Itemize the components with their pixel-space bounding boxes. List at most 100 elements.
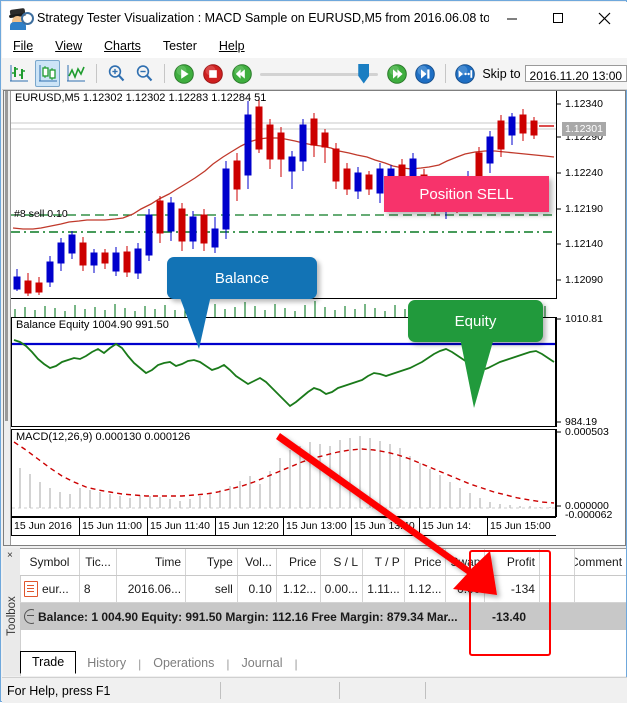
table-row[interactable]: eur... 8 2016.06... sell 0.10 1.12... 0.… — [20, 576, 626, 603]
tab-journal[interactable]: Journal — [231, 653, 294, 674]
speed-slider-thumb[interactable] — [358, 64, 369, 84]
menu-help[interactable]: Help — [208, 36, 256, 56]
skip-to-label: Skip to — [482, 67, 520, 81]
cell-sl[interactable]: 0.00... — [321, 576, 363, 602]
cell-symbol[interactable]: eur... — [20, 576, 80, 602]
title-bar: Strategy Tester Visualization : MACD Sam… — [2, 2, 627, 34]
tab-operations[interactable]: Operations — [142, 653, 225, 674]
candlestick-chart-icon[interactable] — [35, 60, 60, 87]
strategy-tester-window: Strategy Tester Visualization : MACD Sam… — [0, 0, 627, 702]
balance-pane-header: Balance Equity 1004.90 991.50 — [16, 319, 169, 331]
col-blank[interactable] — [540, 549, 575, 575]
chart-area[interactable]: EURUSD,M5 1.12302 1.12302 1.12283 1.1228… — [3, 90, 626, 546]
app-icon — [9, 7, 31, 29]
col-tp[interactable]: T / P — [363, 549, 405, 575]
time-label: 15 Jun 13:40 — [354, 520, 415, 532]
cell-price-open[interactable]: 1.12... — [277, 576, 321, 602]
time-label: 15 Jun 15:00 — [490, 520, 551, 532]
menu-tester[interactable]: Tester — [152, 36, 208, 56]
equity-callout: Equity — [408, 300, 543, 342]
balance-tail — [179, 295, 219, 351]
time-label: 15 Jun 11:40 — [150, 520, 210, 532]
cell-profit[interactable]: -134 — [485, 576, 539, 602]
cell-volume[interactable]: 0.10 — [238, 576, 277, 602]
trade-table[interactable]: Symbol Tic... Time Type Vol... Price S /… — [20, 548, 626, 644]
col-price-cur[interactable]: Price — [405, 549, 447, 575]
bar-chart-icon[interactable] — [7, 60, 32, 87]
col-type[interactable]: Type — [186, 549, 238, 575]
toolbox-vertical-label: Toolbox — [6, 589, 18, 643]
summary-text: Balance: 1 004.90 Equity: 991.50 Margin:… — [34, 603, 488, 630]
minimize-button[interactable] — [489, 2, 535, 34]
summary-row[interactable]: Balance: 1 004.90 Equity: 991.50 Margin:… — [20, 603, 626, 630]
equity-box: Equity — [408, 300, 543, 342]
col-volume[interactable]: Vol... — [238, 549, 277, 575]
price-axis-tick: 1.12090 — [565, 274, 603, 286]
cell-time[interactable]: 2016.06... — [117, 576, 186, 602]
tab-divider: | — [294, 654, 299, 674]
col-ticket[interactable]: Tic... — [80, 549, 117, 575]
position-sell-callout: Position SELL — [384, 176, 549, 212]
col-swap[interactable]: Swap — [446, 549, 485, 575]
skip-to-icon[interactable] — [453, 60, 478, 87]
col-sl[interactable]: S / L — [321, 549, 363, 575]
stop-icon[interactable] — [201, 60, 226, 87]
col-comment[interactable]: Comment — [575, 549, 626, 575]
menu-file[interactable]: File — [2, 36, 44, 56]
toolbox-close-icon[interactable]: × — [7, 550, 13, 561]
macd-pane-header: MACD(12,26,9) 0.000130 0.000126 — [16, 431, 190, 443]
fast-forward-icon[interactable] — [384, 60, 409, 87]
menu-bar: File View Charts Tester Help — [2, 34, 627, 59]
tab-history[interactable]: History — [76, 653, 137, 674]
cell-swap[interactable]: 0.00 — [446, 576, 485, 602]
cell-symbol-text: eur... — [42, 582, 69, 596]
zoom-in-icon[interactable] — [104, 60, 129, 87]
cell-blank[interactable] — [540, 576, 575, 602]
price-axis-tick: 1.12240 — [565, 167, 603, 179]
skip-to-input[interactable]: 2016.11.20 13:00 — [525, 65, 627, 82]
macd-axis: 0.000503 0.000000 -0.000062 — [556, 429, 626, 517]
cell-ticket[interactable]: 8 — [80, 576, 117, 602]
position-sell-box: Position SELL — [384, 176, 549, 212]
tab-trade[interactable]: Trade — [20, 651, 76, 674]
status-bar: For Help, press F1 — [2, 677, 627, 703]
maximize-button[interactable] — [535, 2, 581, 34]
time-label: 15 Jun 2016 — [14, 520, 72, 532]
balance-axis-tick: 1010.81 — [565, 313, 603, 325]
balance-callout: Balance — [167, 257, 317, 299]
macd-axis-tick: 0.000503 — [565, 426, 609, 438]
line-chart-icon[interactable] — [64, 60, 89, 87]
toolbox-sidebar: × Toolbox — [3, 548, 21, 676]
current-price-tag: 1.12301 — [562, 122, 606, 136]
col-price-open[interactable]: Price — [277, 549, 321, 575]
collapse-icon[interactable] — [20, 603, 34, 630]
zoom-out-icon[interactable] — [132, 60, 157, 87]
time-label: 15 Jun 12:20 — [218, 520, 279, 532]
toolbar: Skip to 2016.11.20 13:00 — [2, 58, 627, 90]
price-pane-header: EURUSD,M5 1.12302 1.12302 1.12283 1.1228… — [15, 92, 266, 104]
speed-slider[interactable] — [260, 63, 378, 85]
balance-label: Balance — [215, 270, 269, 287]
window-title: Strategy Tester Visualization : MACD Sam… — [37, 11, 489, 25]
cell-price-cur[interactable]: 1.12... — [405, 576, 447, 602]
play-icon[interactable] — [172, 60, 197, 87]
time-label: 15 Jun 11:00 — [82, 520, 142, 532]
col-profit[interactable]: Profit — [485, 549, 539, 575]
time-label: 15 Jun 14: — [422, 520, 471, 532]
macd-axis-tick: -0.000062 — [565, 509, 612, 521]
close-button[interactable] — [581, 2, 627, 34]
col-time[interactable]: Time — [117, 549, 186, 575]
cell-comment[interactable] — [575, 576, 626, 602]
cell-type[interactable]: sell — [186, 576, 238, 602]
balance-axis: 1010.81 984.19 — [556, 317, 626, 427]
equity-label: Equity — [455, 313, 497, 330]
macd-pane[interactable]: MACD(12,26,9) 0.000130 0.000126 — [11, 429, 556, 517]
rewind-icon[interactable] — [230, 60, 255, 87]
menu-view[interactable]: View — [44, 36, 93, 56]
time-label: 15 Jun 13:00 — [286, 520, 347, 532]
cell-tp[interactable]: 1.11... — [363, 576, 405, 602]
balance-box: Balance — [167, 257, 317, 299]
menu-charts[interactable]: Charts — [93, 36, 152, 56]
step-forward-icon[interactable] — [413, 60, 438, 87]
col-symbol[interactable]: Symbol — [20, 549, 80, 575]
